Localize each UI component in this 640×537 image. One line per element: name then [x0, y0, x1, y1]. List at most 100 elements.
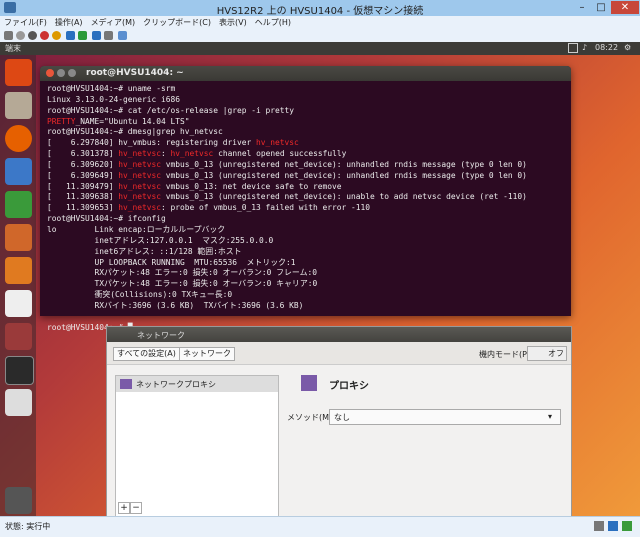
menu-media[interactable]: メディア(M)	[87, 16, 140, 29]
guest-desktop: 端末 ♪ 08:22 ⚙ root@HVSU1404: ~ root@HVSU1…	[0, 42, 640, 516]
list-item-network-proxy[interactable]: ネットワークプロキシ	[116, 376, 278, 392]
terminal-title: root@HVSU1404: ~	[86, 68, 184, 78]
calc-icon[interactable]	[5, 191, 32, 218]
terminal-line: root@HVSU1404:~# cat /etc/os-release |gr…	[47, 106, 567, 117]
terminal-text: root@HVSU1404:~# uname -srm	[47, 84, 176, 93]
terminal-text: inetアドレス:127.0.0.1 マスク:255.0.0.0	[47, 235, 274, 245]
start-icon[interactable]	[16, 31, 25, 40]
keyboard-indicator-icon[interactable]	[568, 43, 578, 53]
terminal-line: RXパケット:48 エラー:0 損失:0 オーバラン:0 フレーム:0	[47, 268, 567, 279]
lock-icon	[594, 521, 604, 531]
close-button[interactable]: ✕	[611, 1, 639, 14]
host-window-title: HVS12R2 上の HVSU1404 - 仮想マシン接続	[216, 6, 424, 17]
terminal-text: Linux 3.13.0-24-generic i686	[47, 94, 181, 104]
terminal-text: vmbus_0_13 (unregistered net_device): un…	[161, 170, 527, 180]
files-icon[interactable]	[5, 92, 32, 119]
terminal-line: [ 6.297840] hv_vmbus: registering driver…	[47, 138, 567, 149]
amazon-icon[interactable]	[5, 290, 32, 317]
add-button[interactable]: +	[118, 502, 130, 514]
network-settings-window: ネットワーク すべての設定(A) ネットワーク 機内モード(P) オフ ネットワ…	[106, 326, 572, 516]
terminal-line: UP LOOPBACK RUNNING MTU:65536 メトリック:1	[47, 258, 567, 269]
breadcrumb-network[interactable]: ネットワーク	[179, 347, 235, 361]
trash-icon[interactable]	[5, 487, 32, 514]
host-menu-bar: ファイル(F) 操作(A) メディア(M) クリップボード(C) 表示(V) ヘルプ(H)	[0, 16, 640, 29]
maximize-button[interactable]: □	[592, 1, 610, 14]
terminal-text: vmbus_0_13 (unregistered net_device): un…	[161, 192, 527, 202]
host-status-bar: 状態: 実行中	[0, 516, 640, 537]
terminal-text: [ 6.309649]	[47, 170, 119, 180]
terminal-text: hv_netvsc	[256, 138, 299, 148]
terminal-line: [ 11.309638] hv_netvsc vmbus_0_13 (unreg…	[47, 192, 567, 203]
firefox-icon[interactable]	[5, 125, 32, 152]
terminal-line: [ 11.309479] hv_netvsc vmbus_0_13: net d…	[47, 182, 567, 193]
terminal-text: hv_netvsc	[170, 149, 214, 159]
terminal-text: UP LOOPBACK RUNNING MTU:65536 メトリック:1	[47, 257, 296, 267]
ubuntu-logo-icon[interactable]	[5, 59, 32, 86]
disk-icon[interactable]	[5, 389, 32, 416]
all-settings-button[interactable]: すべての設定(A)	[113, 347, 180, 361]
menu-help[interactable]: ヘルプ(H)	[251, 16, 295, 29]
proxy-heading: プロキシ	[329, 381, 369, 392]
keyboard-icon	[608, 521, 618, 531]
ctrl-alt-del-icon[interactable]	[4, 31, 13, 40]
turn-off-icon[interactable]	[28, 31, 37, 40]
enhanced-session-icon[interactable]	[118, 31, 127, 40]
shutdown-icon[interactable]	[40, 31, 49, 40]
proxy-icon	[120, 379, 132, 389]
network-status-icon	[622, 521, 632, 531]
terminal-text: [ 6.297840] hv_vmbus: registering driver	[47, 138, 257, 148]
terminal-text: [ 11.309479]	[47, 181, 119, 191]
impress-icon[interactable]	[5, 224, 32, 251]
terminal-maximize-icon[interactable]	[68, 69, 76, 77]
terminal-window[interactable]: root@HVSU1404: ~ root@HVSU1404:~# uname …	[40, 66, 571, 332]
airplane-mode-toggle[interactable]: オフ	[527, 346, 567, 361]
terminal-output[interactable]: root@HVSU1404:~# uname -srm Linux 3.13.0-…	[47, 84, 567, 332]
terminal-close-icon[interactable]	[46, 69, 54, 77]
terminal-text: RXバイト:3696 (3.6 KB) TXバイト:3696 (3.6 KB)	[47, 300, 304, 310]
terminal-text: root@HVSU1404:~# dmesg|grep hv_netvsc	[47, 127, 223, 137]
network-title-bar[interactable]: ネットワーク	[107, 327, 571, 342]
terminal-title-bar[interactable]: root@HVSU1404: ~	[40, 66, 571, 81]
terminal-text: hv_netvsc	[118, 203, 162, 213]
host-toolbar	[0, 29, 640, 43]
terminal-line: RXバイト:3696 (3.6 KB) TXバイト:3696 (3.6 KB)	[47, 301, 567, 312]
software-center-icon[interactable]	[5, 257, 32, 284]
method-value: なし	[334, 413, 350, 422]
menu-action[interactable]: 操作(A)	[51, 16, 87, 29]
proxy-panel: プロキシ メソッド(M) なし ▾	[287, 367, 567, 516]
terminal-line: TXパケット:48 エラー:0 損失:0 オーバラン:0 キャリア:0	[47, 279, 567, 290]
airplane-mode-label: 機内モード(P)	[479, 350, 531, 359]
ubuntu-top-panel: 端末 ♪ 08:22 ⚙	[0, 42, 640, 55]
gear-icon[interactable]: ⚙	[624, 43, 631, 52]
terminal-icon[interactable]	[5, 356, 34, 385]
vm-status: 状態: 実行中	[5, 522, 51, 531]
active-app-name: 端末	[5, 44, 21, 53]
remove-button[interactable]: −	[130, 502, 142, 514]
clock[interactable]: 08:22	[595, 43, 618, 52]
sound-icon[interactable]: ♪	[582, 43, 587, 52]
save-state-icon[interactable]	[52, 31, 61, 40]
menu-file[interactable]: ファイル(F)	[0, 16, 51, 29]
terminal-line: root@HVSU1404:~# dmesg|grep hv_netvsc	[47, 127, 567, 138]
terminal-line: lo Link encap:ローカルループバック	[47, 225, 567, 236]
terminal-text: [ 6.309620]	[47, 159, 119, 169]
settings-icon[interactable]	[5, 323, 32, 350]
terminal-minimize-icon[interactable]	[57, 69, 65, 77]
checkpoint-icon[interactable]	[92, 31, 101, 40]
list-item-label: ネットワークプロキシ	[136, 380, 216, 389]
revert-icon[interactable]	[104, 31, 113, 40]
method-label: メソッド(M)	[287, 413, 333, 422]
pause-icon[interactable]	[66, 31, 75, 40]
terminal-text: 衝突(Collisions):0 TXキュー長:0	[47, 290, 233, 300]
terminal-text: hv_netvsc	[118, 192, 162, 202]
menu-view[interactable]: 表示(V)	[215, 16, 251, 29]
method-select[interactable]: なし ▾	[329, 409, 561, 425]
terminal-text: channel opened successfully	[213, 149, 347, 159]
writer-icon[interactable]	[5, 158, 32, 185]
terminal-text: RXパケット:48 エラー:0 損失:0 オーバラン:0 フレーム:0	[47, 268, 317, 278]
menu-clipboard[interactable]: クリップボード(C)	[139, 16, 215, 29]
minimize-button[interactable]: –	[573, 1, 591, 14]
terminal-text: [ 6.301378]	[47, 149, 119, 159]
reset-icon[interactable]	[78, 31, 87, 40]
terminal-text: _NAME="Ubuntu 14.04 LTS"	[75, 116, 190, 126]
